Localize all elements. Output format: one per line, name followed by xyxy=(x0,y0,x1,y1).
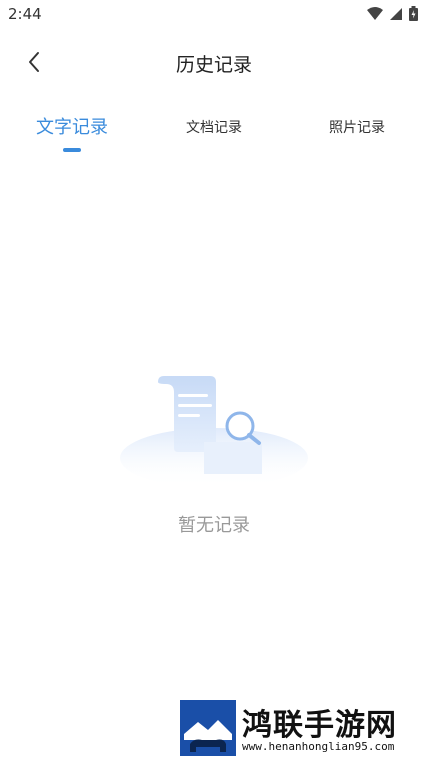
empty-state-illustration xyxy=(118,372,310,488)
header: 历史记录 xyxy=(0,40,428,84)
empty-state-message: 暂无记录 xyxy=(178,515,250,536)
wifi-icon xyxy=(367,6,383,20)
buffalo-logo xyxy=(180,700,236,756)
status-time: 2:44 xyxy=(8,5,42,23)
tab-label: 文字记录 xyxy=(36,117,108,138)
watermark: 鸿联手游网 www.henanhonglian95.com xyxy=(180,700,420,756)
signal-icon xyxy=(390,7,402,20)
battery-icon xyxy=(409,6,418,21)
tab-bar: 文字记录 文档记录 照片记录 xyxy=(0,108,428,158)
tab-label: 照片记录 xyxy=(329,120,385,136)
status-icons xyxy=(367,6,418,21)
tab-photo-records[interactable]: 照片记录 xyxy=(308,108,406,152)
active-tab-indicator xyxy=(63,148,81,152)
status-bar: 2:44 xyxy=(0,0,428,30)
watermark-url: www.henanhonglian95.com xyxy=(242,740,395,753)
document-search-icon xyxy=(120,376,308,488)
watermark-title: 鸿联手游网 xyxy=(242,708,397,743)
page-title: 历史记录 xyxy=(175,54,252,76)
tab-document-records[interactable]: 文档记录 xyxy=(165,108,263,152)
tab-label: 文档记录 xyxy=(186,120,242,136)
tab-text-records[interactable]: 文字记录 xyxy=(20,108,124,152)
